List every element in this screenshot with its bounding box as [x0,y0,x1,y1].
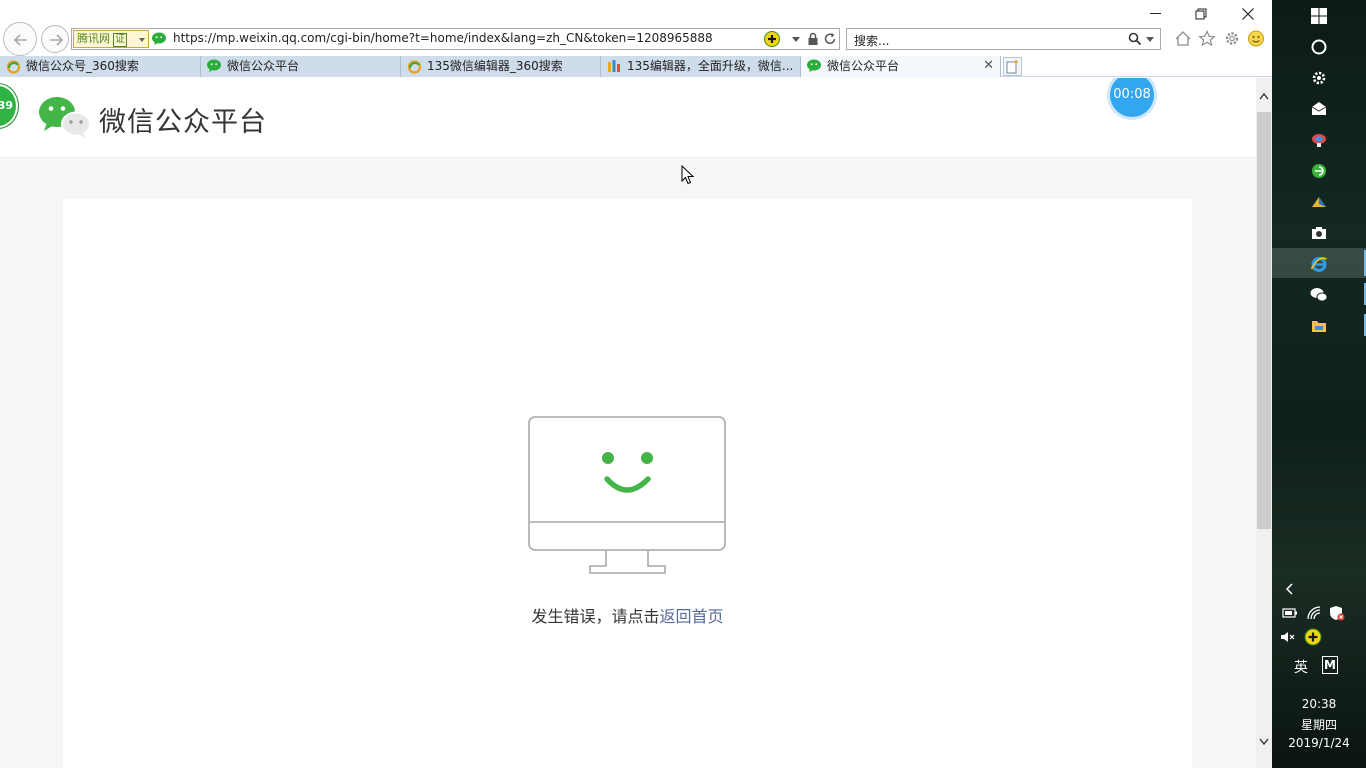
settings-icon [1312,71,1326,85]
tab-label: 微信公众号_360搜索 [26,59,139,73]
windows-taskbar: 英 M 20:38 星期四 2019/1/24 [1272,0,1366,768]
floating-counter-badge[interactable]: 39 [0,84,18,128]
mail-icon [1311,102,1327,115]
scroll-thumb[interactable] [1257,112,1271,529]
tab-label: 135编辑器，全面升级，微信... [627,59,794,73]
360-search-icon [6,60,21,74]
wechat-icon [152,32,166,45]
tab-wechat-platform-active[interactable]: 微信公众平台 ✕ [801,56,1001,77]
smiley-feedback-icon[interactable] [1247,30,1265,47]
url-text[interactable]: https://mp.weixin.qq.com/cgi-bin/home?t=… [173,31,713,45]
cert-badge-label: 腾讯网 [77,32,110,45]
taskbar-mail[interactable] [1272,93,1366,123]
tab-360-search-135[interactable]: 135微信编辑器_360搜索 [401,56,601,77]
taskbar-app[interactable] [1272,124,1366,154]
wechat-logo-icon[interactable] [38,96,92,138]
tab-wechat-platform[interactable]: 微信公众平台 [201,56,401,77]
cert-badge-box: 证 [113,33,127,47]
chevron-down-icon[interactable] [1146,37,1154,42]
arrow-left-icon [13,34,27,46]
cortana-button[interactable] [1272,31,1366,61]
taskbar-settings[interactable] [1272,62,1366,92]
tab-135-editor[interactable]: 135编辑器，全面升级，微信... [601,56,801,77]
taskbar-360-browser[interactable] [1272,155,1366,185]
close-tab-icon[interactable]: ✕ [983,56,994,76]
file-explorer-icon [1312,321,1326,332]
ime-mode[interactable]: M [1322,656,1338,674]
lock-icon[interactable] [807,32,819,46]
home-icon[interactable] [1174,30,1192,47]
camera-icon [1312,227,1326,239]
clock-date[interactable]: 2019/1/24 [1272,736,1366,750]
360-search-icon [407,60,422,74]
error-message: 发生错误，请点击返回首页 [63,603,1192,627]
taskbar-wechat[interactable] [1272,279,1366,309]
windows-start-icon [1311,8,1327,24]
restore-button[interactable] [1193,6,1209,22]
back-home-link[interactable]: 返回首页 [660,607,724,626]
wifi-icon[interactable] [1306,605,1322,621]
refresh-icon[interactable] [823,32,837,46]
135-editor-icon [608,60,620,72]
360-browser-icon [1312,164,1326,178]
favorites-star-icon[interactable] [1198,30,1216,47]
volume-muted-icon[interactable] [1280,630,1296,644]
app-icon [1312,197,1326,207]
ie-icon [1310,257,1327,272]
mouse-cursor-icon [681,165,695,185]
app-icon [1312,134,1326,147]
chevron-down-icon [139,38,145,42]
taskbar-ie[interactable] [1272,248,1366,278]
close-button[interactable] [1240,6,1256,22]
web-page: 微信公众平台 00:08 39 发生错误，请点击返回首页 [0,78,1256,768]
error-text: 发生错误，请点击 [531,607,660,626]
vertical-scrollbar[interactable] [1256,78,1272,768]
plus-circle-icon[interactable] [1304,628,1322,646]
tab-strip: 微信公众号_360搜索 微信公众平台 135微信编辑器_360搜索 135编辑器… [0,56,1272,77]
chevron-left-icon[interactable] [1284,582,1296,596]
content-card: 发生错误，请点击返回首页 [63,199,1192,768]
new-tab-button[interactable] [1003,57,1022,76]
chevron-down-icon[interactable] [792,37,800,42]
site-certificate-badge[interactable]: 腾讯网证 [73,30,149,48]
scroll-up-arrow-icon[interactable] [1259,92,1269,100]
wechat-icon [1310,288,1328,302]
new-tab-icon [1006,60,1018,74]
back-button[interactable] [3,22,37,56]
address-bar[interactable]: 腾讯网证 https://mp.weixin.qq.com/cgi-bin/ho… [71,28,840,50]
search-input[interactable]: 搜索... [854,32,889,49]
clock-weekday[interactable]: 星期四 [1272,716,1366,733]
tab-label: 微信公众平台 [227,59,300,73]
forward-button[interactable] [41,25,69,53]
wechat-icon [807,59,821,72]
tab-label: 微信公众平台 [827,59,900,73]
arrow-right-icon [50,34,64,46]
input-language[interactable]: 英 [1294,657,1308,677]
plus-circle-icon[interactable] [764,31,780,47]
tab-360-search-wechat[interactable]: 微信公众号_360搜索 [0,56,201,77]
taskbar-app-2[interactable] [1272,186,1366,216]
timer-badge[interactable]: 00:08 [1110,78,1154,117]
site-title[interactable]: 微信公众平台 [99,100,267,139]
clock-time[interactable]: 20:38 [1272,697,1366,711]
security-shield-icon[interactable] [1329,605,1345,621]
minimize-button[interactable] [1148,6,1164,20]
scroll-down-arrow-icon[interactable] [1259,738,1269,746]
taskbar-file-explorer[interactable] [1272,310,1366,340]
gear-icon[interactable] [1223,30,1241,47]
browser-toolbar: 腾讯网证 https://mp.weixin.qq.com/cgi-bin/ho… [0,0,1272,56]
search-bar[interactable]: 搜索... [846,28,1161,50]
taskbar-camera[interactable] [1272,217,1366,247]
wechat-icon [207,59,221,72]
monitor-smiley-icon [528,416,726,574]
battery-icon[interactable] [1282,607,1298,619]
start-button[interactable] [1272,0,1366,30]
cortana-circle-icon [1311,39,1327,55]
page-header: 微信公众平台 00:08 39 [0,78,1256,158]
tab-label: 135微信编辑器_360搜索 [427,59,563,73]
search-icon[interactable] [1128,32,1142,46]
